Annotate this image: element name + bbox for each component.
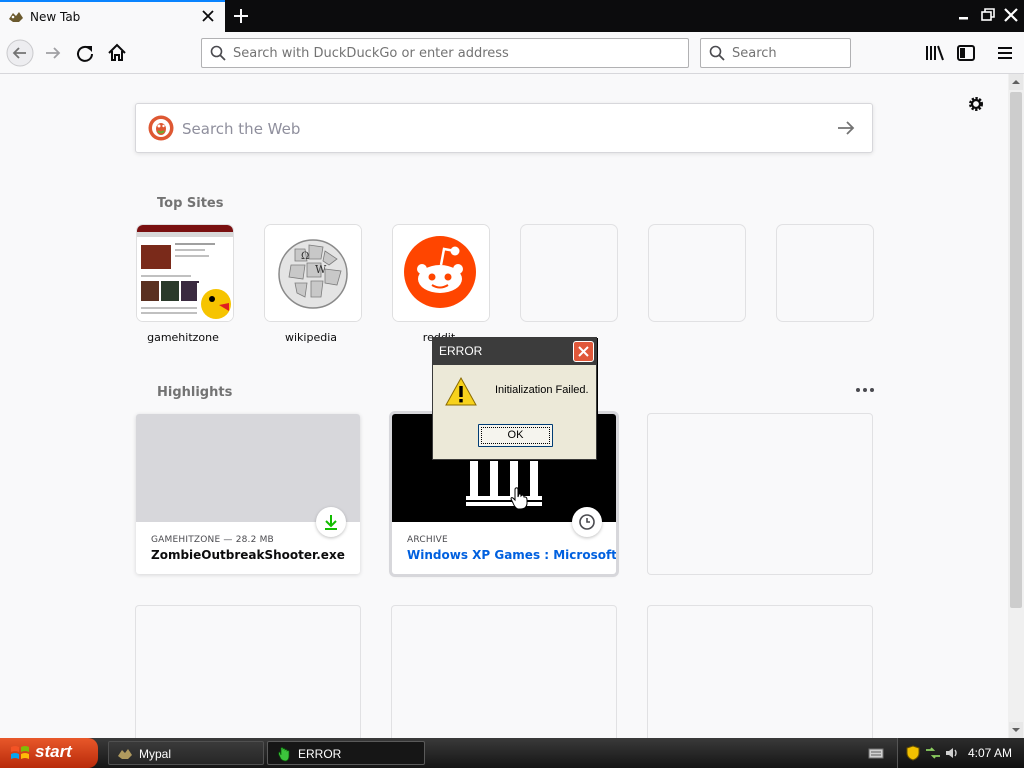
highlight-title: Windows XP Games : Microsoft ... bbox=[407, 548, 616, 562]
address-bar-placeholder: Search with DuckDuckGo or enter address bbox=[233, 46, 509, 61]
volume-icon[interactable] bbox=[944, 745, 960, 761]
security-shield-icon[interactable] bbox=[906, 745, 920, 761]
top-site-label: wikipedia bbox=[284, 331, 337, 344]
warning-icon bbox=[445, 376, 477, 406]
svg-text:W: W bbox=[315, 263, 327, 276]
green-hand-icon bbox=[278, 747, 290, 762]
new-tab-icon[interactable] bbox=[228, 4, 254, 28]
network-icon[interactable] bbox=[924, 746, 942, 760]
top-site-empty[interactable] bbox=[521, 225, 617, 321]
close-tab-icon[interactable] bbox=[199, 7, 217, 25]
home-button[interactable] bbox=[104, 40, 130, 66]
web-search-box[interactable]: Search the Web bbox=[135, 103, 873, 153]
search-icon bbox=[210, 45, 226, 61]
start-button[interactable]: start bbox=[0, 738, 98, 768]
top-site-empty[interactable] bbox=[777, 225, 873, 321]
highlight-empty bbox=[648, 606, 872, 738]
highlights-title: Highlights bbox=[157, 385, 233, 400]
system-tray: 4:07 AM bbox=[897, 738, 1024, 768]
top-site-wikipedia[interactable]: Ω W bbox=[265, 225, 361, 321]
restore-icon[interactable] bbox=[979, 6, 997, 24]
back-button[interactable] bbox=[6, 39, 34, 67]
more-options-icon[interactable] bbox=[855, 387, 875, 393]
top-site-reddit[interactable] bbox=[393, 225, 489, 321]
address-bar[interactable]: Search with DuckDuckGo or enter address bbox=[201, 38, 689, 68]
scroll-up-icon bbox=[1012, 80, 1020, 84]
clock-badge bbox=[572, 507, 602, 537]
dialog-title: ERROR bbox=[439, 344, 483, 358]
highlight-title: ZombieOutbreakShooter.exe bbox=[151, 548, 345, 562]
top-site-label: gamehitzone bbox=[147, 331, 219, 344]
highlight-thumbnail bbox=[136, 414, 360, 522]
error-dialog: ERROR Initialization Failed. OK bbox=[432, 337, 597, 460]
highlight-meta: ARCHIVE bbox=[407, 535, 448, 545]
dialog-titlebar[interactable]: ERROR bbox=[433, 338, 596, 365]
clock-icon bbox=[579, 514, 595, 530]
top-sites-title: Top Sites bbox=[157, 196, 224, 211]
highlight-empty bbox=[136, 606, 360, 738]
scrollbar-thumb[interactable] bbox=[1010, 92, 1022, 608]
focus-ring bbox=[481, 427, 550, 444]
arrow-right-icon[interactable] bbox=[836, 119, 856, 137]
close-icon bbox=[578, 346, 589, 357]
duckduckgo-logo-icon bbox=[148, 115, 174, 141]
svg-text:Ω: Ω bbox=[301, 251, 309, 262]
page-scrollbar[interactable] bbox=[1008, 74, 1024, 738]
highlight-meta: GAMEHITZONE — 28.2 MB bbox=[151, 535, 274, 545]
scroll-down-icon bbox=[1012, 728, 1020, 732]
gamehitzone-thumbnail bbox=[137, 225, 233, 321]
wikipedia-globe-icon: Ω W bbox=[265, 225, 361, 321]
scroll-down-button[interactable] bbox=[1009, 722, 1023, 738]
taskbar-item-mypal[interactable]: Mypal bbox=[108, 741, 264, 765]
search-icon bbox=[709, 45, 725, 61]
top-site-empty[interactable] bbox=[649, 225, 745, 321]
tab-strip: New Tab bbox=[0, 0, 1024, 33]
taskbar-item-label: Mypal bbox=[139, 747, 172, 761]
download-icon bbox=[325, 515, 337, 530]
scroll-up-button[interactable] bbox=[1009, 74, 1023, 90]
taskbar-item-label: ERROR bbox=[298, 747, 342, 761]
highlight-card[interactable]: GAMEHITZONE — 28.2 MB ZombieOutbreakShoo… bbox=[136, 414, 360, 574]
reload-button[interactable] bbox=[72, 40, 98, 66]
search-bar-placeholder: Search bbox=[732, 46, 777, 61]
reddit-logo-icon bbox=[393, 225, 489, 321]
sidebar-icon[interactable] bbox=[953, 40, 979, 66]
top-site-gamehitzone[interactable] bbox=[137, 225, 233, 321]
forward-button[interactable] bbox=[40, 40, 66, 66]
highlight-empty bbox=[392, 606, 616, 738]
highlight-empty bbox=[648, 414, 872, 574]
hand-cursor-icon bbox=[510, 487, 528, 510]
start-label: start bbox=[35, 742, 72, 761]
mypal-favicon-icon bbox=[9, 12, 23, 22]
close-window-icon[interactable] bbox=[1002, 6, 1020, 24]
ok-button[interactable]: OK bbox=[478, 424, 553, 447]
dialog-close-button[interactable] bbox=[573, 341, 594, 362]
taskbar-item-error[interactable]: ERROR bbox=[267, 741, 425, 765]
taskbar: start Mypal ERROR 4:07 AM bbox=[0, 738, 1024, 768]
clock: 4:07 AM bbox=[968, 746, 1013, 760]
tab-title: New Tab bbox=[30, 10, 81, 24]
navigation-toolbar: Search with DuckDuckGo or enter address … bbox=[0, 32, 1024, 74]
mypal-app-icon bbox=[118, 749, 132, 759]
menu-icon[interactable] bbox=[992, 40, 1018, 66]
tab-new-tab[interactable]: New Tab bbox=[0, 0, 225, 33]
web-search-placeholder: Search the Web bbox=[182, 120, 301, 138]
dialog-message: Initialization Failed. bbox=[495, 384, 589, 396]
library-icon[interactable] bbox=[922, 40, 948, 66]
gear-icon[interactable] bbox=[966, 94, 986, 114]
minimize-icon[interactable] bbox=[955, 6, 973, 24]
download-badge bbox=[316, 507, 346, 537]
search-bar[interactable]: Search bbox=[700, 38, 851, 68]
keyboard-icon[interactable] bbox=[868, 746, 884, 760]
windows-logo-icon bbox=[11, 746, 29, 759]
